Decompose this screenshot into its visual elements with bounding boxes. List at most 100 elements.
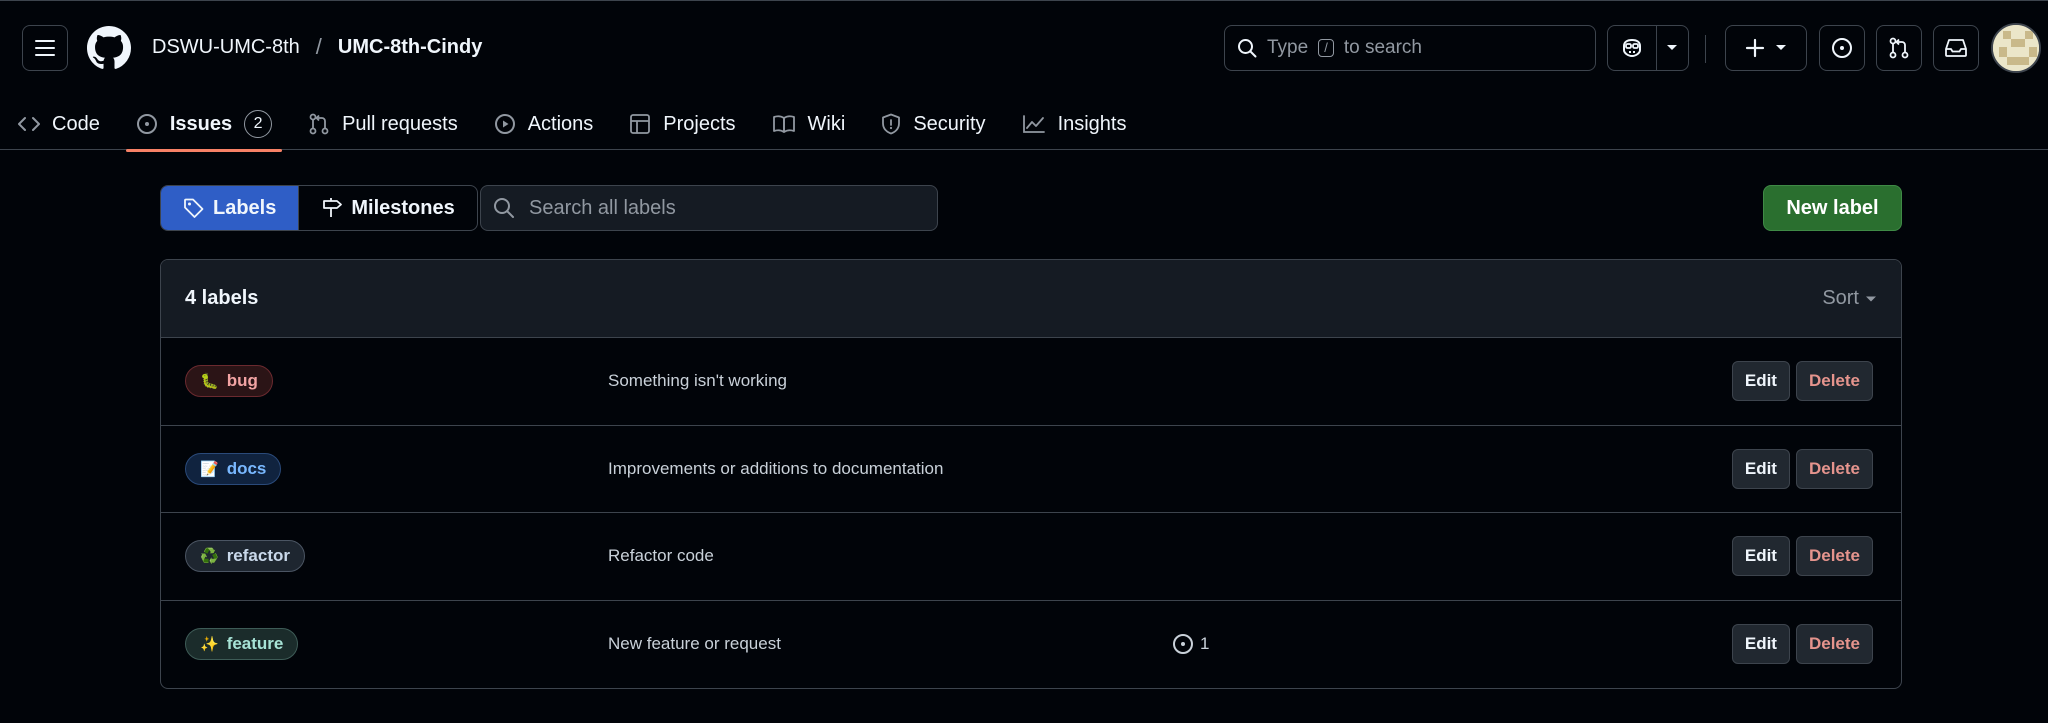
issue-opened-icon bbox=[1173, 634, 1193, 655]
plus-icon bbox=[1745, 38, 1765, 58]
tab-pull-requests-label: Pull requests bbox=[342, 112, 458, 135]
label-pill-docs[interactable]: 📝 docs bbox=[185, 452, 282, 485]
label-pill-feature[interactable]: ✨ feature bbox=[185, 628, 299, 661]
edit-button[interactable]: Edit bbox=[1731, 448, 1790, 489]
label-row-docs: 📝 docs Improvements or additions to docu… bbox=[161, 426, 1901, 513]
chevron-down-icon bbox=[1776, 45, 1786, 50]
label-name: docs bbox=[226, 458, 267, 478]
open-issues-count: 1 bbox=[1200, 634, 1210, 654]
tab-actions-label: Actions bbox=[527, 112, 594, 135]
header-divider bbox=[1705, 35, 1706, 63]
user-avatar[interactable] bbox=[1991, 23, 2041, 73]
breadcrumb-separator: / bbox=[315, 34, 322, 59]
label-actions: Edit Delete bbox=[1731, 536, 1873, 577]
tab-wiki[interactable]: Wiki bbox=[754, 97, 864, 151]
tab-security[interactable]: Security bbox=[863, 97, 1003, 151]
new-label-button[interactable]: New label bbox=[1763, 185, 1902, 231]
label-row-bug: 🐛 bug Something isn't working Edit Delet… bbox=[161, 338, 1901, 426]
tab-code-label: Code bbox=[52, 112, 100, 135]
table-icon bbox=[630, 114, 651, 134]
edit-button[interactable]: Edit bbox=[1731, 624, 1790, 665]
create-new-button[interactable] bbox=[1725, 25, 1807, 71]
delete-button[interactable]: Delete bbox=[1795, 448, 1873, 489]
edit-button[interactable]: Edit bbox=[1731, 361, 1790, 402]
triangle-down-icon bbox=[1866, 296, 1876, 301]
search-shortcut-key: / bbox=[1318, 39, 1334, 57]
identicon-icon bbox=[1993, 25, 2039, 71]
menu-button[interactable] bbox=[22, 25, 68, 71]
book-icon bbox=[772, 115, 795, 133]
chevron-down-icon bbox=[1667, 45, 1678, 50]
tab-code[interactable]: Code bbox=[0, 97, 118, 151]
label-description: Refactor code bbox=[608, 546, 714, 566]
tab-security-label: Security bbox=[913, 112, 986, 135]
breadcrumb-repo[interactable]: UMC-8th-Cindy bbox=[338, 36, 482, 59]
your-issues-button[interactable] bbox=[1819, 25, 1865, 71]
label-actions: Edit Delete bbox=[1731, 448, 1873, 489]
delete-button[interactable]: Delete bbox=[1795, 536, 1873, 577]
breadcrumb-owner[interactable]: DSWU-UMC-8th bbox=[152, 36, 300, 59]
tab-projects-label: Projects bbox=[663, 112, 736, 135]
delete-button[interactable]: Delete bbox=[1795, 624, 1873, 665]
global-search-input[interactable]: Type / to search bbox=[1224, 25, 1596, 71]
milestones-tab[interactable]: Milestones bbox=[298, 186, 476, 230]
label-name: bug bbox=[226, 371, 258, 391]
sort-dropdown[interactable]: Sort bbox=[1822, 287, 1877, 310]
label-description: Something isn't working bbox=[608, 371, 787, 391]
labels-list: 4 labels Sort 🐛 bug Something isn't work… bbox=[160, 259, 1902, 689]
notifications-button[interactable] bbox=[1933, 25, 1979, 71]
repo-navigation: Code Issues 2 Pull requests Actions Proj… bbox=[0, 97, 1145, 152]
bug-emoji-icon: 🐛 bbox=[200, 373, 219, 391]
search-icon bbox=[494, 198, 514, 218]
labels-list-header: 4 labels Sort bbox=[161, 260, 1901, 338]
tab-pull-requests[interactable]: Pull requests bbox=[290, 97, 476, 151]
breadcrumb: DSWU-UMC-8th / UMC-8th-Cindy bbox=[152, 34, 482, 60]
copilot-button-group bbox=[1607, 25, 1689, 71]
milestones-tab-label: Milestones bbox=[351, 196, 455, 219]
git-pull-request-icon bbox=[309, 113, 329, 135]
labels-count: 4 labels bbox=[185, 287, 259, 309]
tab-projects[interactable]: Projects bbox=[611, 97, 753, 151]
label-search-input[interactable] bbox=[529, 196, 937, 220]
tab-insights[interactable]: Insights bbox=[1004, 97, 1145, 151]
label-pill-refactor[interactable]: ♻️ refactor bbox=[185, 540, 305, 573]
copilot-button[interactable] bbox=[1608, 26, 1657, 70]
tab-actions[interactable]: Actions bbox=[476, 97, 612, 151]
labels-tab-label: Labels bbox=[213, 196, 277, 219]
labels-tab[interactable]: Labels bbox=[161, 186, 299, 230]
graph-icon bbox=[1022, 115, 1045, 133]
memo-emoji-icon: 📝 bbox=[200, 460, 219, 478]
tab-issues[interactable]: Issues 2 bbox=[118, 97, 290, 152]
shield-icon bbox=[882, 113, 901, 135]
issue-opened-icon bbox=[136, 114, 157, 134]
label-search-box bbox=[480, 185, 938, 231]
search-icon bbox=[1238, 39, 1257, 58]
copilot-icon bbox=[1622, 38, 1641, 58]
milestone-icon bbox=[323, 198, 343, 217]
label-pill-bug[interactable]: 🐛 bug bbox=[185, 365, 273, 398]
sparkles-emoji-icon: ✨ bbox=[200, 636, 219, 654]
edit-button[interactable]: Edit bbox=[1731, 536, 1790, 577]
play-icon bbox=[494, 114, 515, 134]
label-name: feature bbox=[226, 634, 284, 654]
inbox-icon bbox=[1945, 39, 1967, 57]
label-description: New feature or request bbox=[608, 634, 781, 654]
label-row-feature: ✨ feature New feature or request 1 Edit … bbox=[161, 601, 1901, 689]
delete-button[interactable]: Delete bbox=[1795, 361, 1873, 402]
open-issues-link[interactable]: 1 bbox=[1172, 633, 1209, 655]
sort-label: Sort bbox=[1822, 287, 1859, 309]
label-row-refactor: ♻️ refactor Refactor code Edit Delete bbox=[161, 513, 1901, 601]
github-logo-icon[interactable] bbox=[87, 26, 131, 70]
code-icon bbox=[18, 117, 40, 131]
labels-milestones-toggle: Labels Milestones bbox=[160, 185, 478, 231]
your-pull-requests-button[interactable] bbox=[1876, 25, 1922, 71]
tab-issues-label: Issues bbox=[169, 112, 233, 135]
global-header: DSWU-UMC-8th / UMC-8th-Cindy Type / to s… bbox=[0, 0, 2048, 152]
tag-icon bbox=[184, 198, 204, 218]
issue-opened-icon bbox=[1832, 38, 1852, 58]
copilot-dropdown-button[interactable] bbox=[1657, 26, 1688, 70]
tab-insights-label: Insights bbox=[1057, 112, 1127, 135]
tab-wiki-label: Wiki bbox=[807, 112, 846, 135]
search-suffix-text: to search bbox=[1343, 37, 1422, 58]
label-name: refactor bbox=[226, 546, 290, 566]
